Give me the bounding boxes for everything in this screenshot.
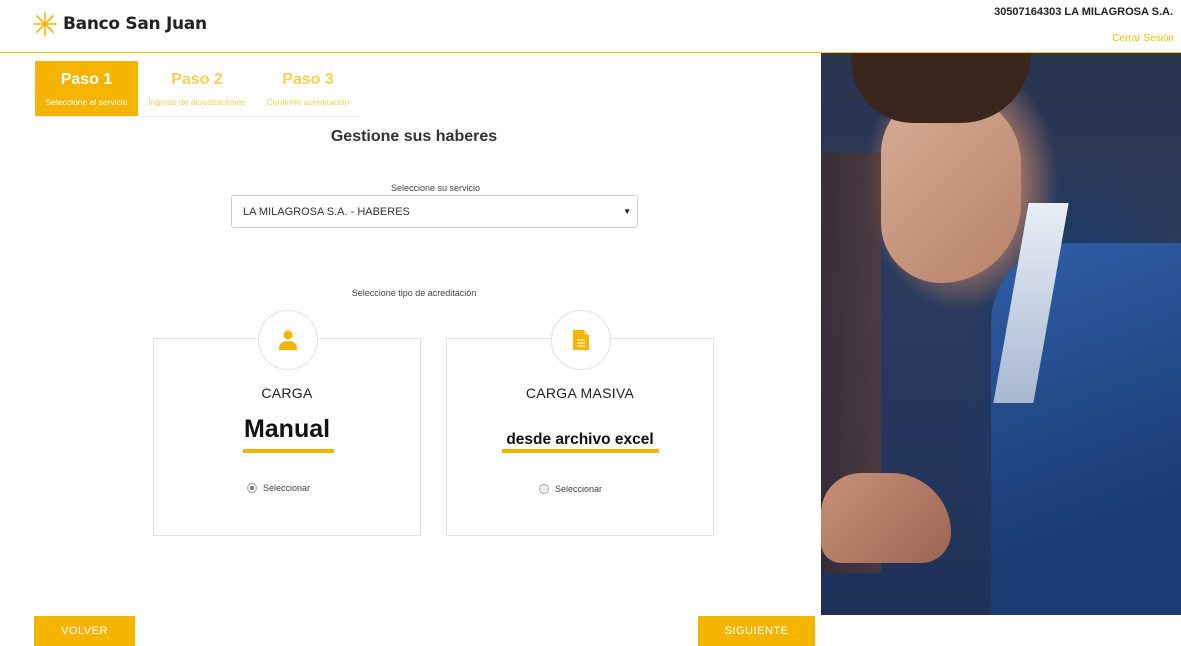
step-2: Paso 2 Ingreso de acreditaciones <box>138 61 256 116</box>
step-1: Paso 1 Seleccione el servicio <box>35 61 138 116</box>
manual-load-card[interactable]: CARGA Manual Seleccionar <box>153 310 421 536</box>
bulk-card-underline <box>502 449 659 453</box>
next-button[interactable]: SIGUIENTE <box>698 616 815 646</box>
hero-photo <box>821 53 1181 615</box>
step-1-desc: Seleccione el servicio <box>45 97 128 107</box>
step-3-label: Paso 3 <box>282 71 334 88</box>
bulk-card-title: desde archivo excel <box>506 431 654 448</box>
manual-select-label: Seleccionar <box>263 483 311 493</box>
bulk-select-label: Seleccionar <box>555 484 603 494</box>
radio-unchecked-icon[interactable] <box>539 484 549 494</box>
photo-hair <box>851 53 1031 123</box>
account-name: 30507164303 LA MILAGROSA S.A. <box>994 6 1173 18</box>
step-2-label: Paso 2 <box>171 71 223 88</box>
service-select[interactable]: LA MILAGROSA S.A. - HABERES ▼ <box>231 195 638 228</box>
photo-hand <box>821 473 951 563</box>
manual-select-radio[interactable]: Seleccionar <box>247 483 310 493</box>
back-button[interactable]: VOLVER <box>34 616 135 646</box>
service-select-value: LA MILAGROSA S.A. - HABERES <box>243 205 410 218</box>
caret-down-icon: ▼ <box>623 207 631 216</box>
manual-card-heading: CARGA <box>261 385 313 401</box>
header: Banco San Juan 30507164303 LA MILAGROSA … <box>0 0 1181 53</box>
bulk-card-heading: CARGA MASIVA <box>525 385 635 401</box>
service-label: Seleccione su servicio <box>390 183 481 193</box>
document-icon <box>551 310 611 370</box>
step-1-label: Paso 1 <box>60 71 113 88</box>
user-icon <box>258 310 318 370</box>
radio-checked-icon[interactable] <box>247 483 257 493</box>
bank-logo[interactable]: Banco San Juan <box>33 12 207 36</box>
manual-card-title: Manual <box>243 415 331 443</box>
step-3-desc: Confirme acreditación <box>266 97 350 107</box>
bulk-select-radio[interactable]: Seleccionar <box>539 484 602 494</box>
logout-link[interactable]: Cerrar Sesión <box>1112 33 1174 44</box>
bulk-load-card[interactable]: CARGA MASIVA desde archivo excel Selecci… <box>446 310 714 536</box>
step-3: Paso 3 Confirme acreditación <box>256 61 360 116</box>
brand-name: Banco San Juan <box>63 14 207 34</box>
page-title: Gestione sus haberes <box>330 128 498 145</box>
step-2-desc: Ingreso de acreditaciones <box>148 97 246 107</box>
manual-card-underline <box>243 449 334 453</box>
step-progress: Paso 1 Seleccione el servicio Paso 2 Ing… <box>35 61 360 117</box>
accreditation-type-label: Seleccione tipo de acreditación <box>351 288 477 298</box>
sun-star-icon <box>33 12 57 36</box>
